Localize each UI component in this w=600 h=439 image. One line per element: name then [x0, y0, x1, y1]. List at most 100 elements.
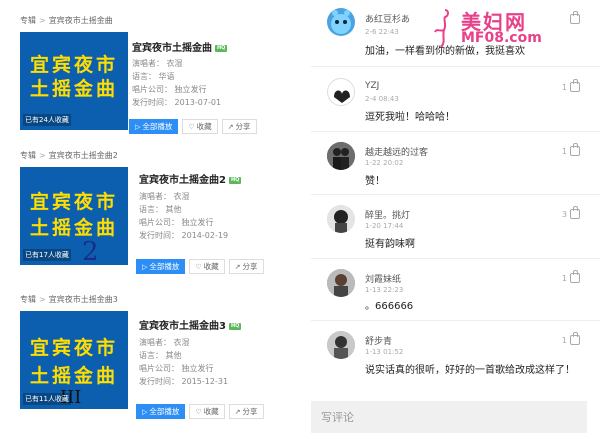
comment-time: 1-20 17:44 [365, 222, 404, 230]
comments-panel: 美妇网 MF08.com あ红豆杉あ 2-6 22:43 加油，一样看到你的新做… [311, 0, 600, 439]
avatar[interactable] [327, 78, 355, 106]
share-button[interactable]: ↗ 分享 [228, 404, 264, 419]
favorite-label: 收藏 [203, 262, 219, 271]
comment-user[interactable]: 醉里。挑灯 [365, 208, 410, 221]
play-all-button[interactable]: ▷ 全部播放 [129, 119, 179, 134]
avatar[interactable] [327, 331, 355, 359]
cover-fav-count: 已有11人收藏 [23, 393, 71, 405]
comment-time: 1-22 20:02 [365, 159, 404, 167]
album-language: 语言： 其他 [139, 205, 182, 214]
comment-user[interactable]: あ红豆杉あ [365, 12, 410, 25]
album-title[interactable]: 宜宾夜市土摇金曲2 HQ [139, 171, 242, 186]
handwritten-mark: 2 [82, 237, 99, 265]
comment-time: 1-13 22:23 [365, 286, 404, 294]
play-all-label: 全部播放 [149, 262, 180, 271]
like-count: 1 [561, 273, 567, 283]
comment-text: 说实话真的很听，好好的一首歌给改成这样了！ [365, 365, 575, 376]
favorite-button[interactable]: ♡ 收藏 [189, 404, 225, 419]
cover-title-line1: 宜宾夜市 [29, 191, 118, 213]
heart-icon: ♡ [188, 122, 195, 131]
album-company: 唱片公司： 独立发行 [132, 85, 207, 94]
avatar[interactable] [327, 142, 355, 170]
album-company: 唱片公司： 独立发行 [139, 364, 214, 373]
album-actions: ▷ 全部播放 ♡ 收藏 ↗ 分享 [129, 119, 257, 134]
breadcrumb-root[interactable]: 专辑 [20, 151, 36, 160]
like-button[interactable] [567, 11, 580, 24]
avatar[interactable] [327, 205, 355, 233]
thumb-up-icon [570, 206, 580, 219]
comment-user[interactable]: 越走越远的过客 [365, 145, 428, 158]
album-company: 唱片公司： 独立发行 [139, 218, 214, 227]
cover-title-line2: 土摇金曲 [29, 365, 118, 387]
comment-input[interactable]: 写评论 [311, 401, 587, 433]
share-icon: ↗ [234, 262, 241, 271]
album-language: 语言： 其他 [139, 351, 182, 360]
comment-time: 2-6 22:43 [365, 28, 399, 36]
album-language: 语言： 华语 [132, 72, 175, 81]
like-button[interactable]: 1 [561, 143, 580, 156]
share-icon: ↗ [234, 407, 241, 416]
breadcrumb-separator: > [39, 16, 46, 25]
like-count: 1 [561, 146, 567, 156]
heart-icon: ♡ [195, 262, 202, 271]
play-all-button[interactable]: ▷ 全部播放 [136, 404, 186, 419]
like-button[interactable]: 3 [561, 206, 580, 219]
album-meta: 演唱者： 衣湿 语言： 华语 唱片公司： 独立发行 发行时间： 2013-07-… [132, 57, 221, 109]
avatar[interactable] [327, 8, 355, 36]
album-title-text: 宜宾夜市土摇金曲3 [139, 321, 226, 332]
share-button[interactable]: ↗ 分享 [221, 119, 257, 134]
thumb-up-icon [570, 11, 580, 24]
comment-item: あ红豆杉あ 2-6 22:43 加油，一样看到你的新做，我挺喜欢 [311, 0, 600, 67]
comment-item: YZJ 2-4 08:43 1 逗死我啦！哈哈哈！ [311, 72, 600, 132]
comment-text: 赞！ [365, 176, 385, 187]
comment-user[interactable]: YZJ [365, 81, 379, 91]
like-button[interactable]: 1 [562, 332, 580, 345]
comment-user[interactable]: 舒步青 [365, 334, 392, 347]
favorite-button[interactable]: ♡ 收藏 [189, 259, 225, 274]
play-all-label: 全部播放 [142, 122, 173, 131]
album-meta: 演唱者： 衣湿 语言： 其他 唱片公司： 独立发行 发行时间： 2014-02-… [139, 190, 228, 242]
breadcrumb-album[interactable]: 宜宾夜市土摇金曲3 [49, 295, 118, 304]
breadcrumb-separator: > [39, 295, 46, 304]
comment-text: 挺有韵味啊 [365, 239, 415, 250]
like-button[interactable]: 1 [561, 270, 580, 283]
album-title[interactable]: 宜宾夜市土摇金曲3 HQ [139, 317, 242, 332]
hands-heart-avatar-icon [334, 90, 350, 103]
album-title[interactable]: 宜宾夜市土摇金曲 HQ [132, 39, 228, 54]
share-label: 分享 [242, 407, 258, 416]
couple-photo-avatar-icon [327, 142, 355, 170]
album-singer: 演唱者： 衣湿 [139, 192, 190, 201]
album-singer: 演唱者： 衣湿 [139, 338, 190, 347]
portrait-avatar-icon [327, 205, 355, 233]
thumb-up-icon [570, 332, 580, 345]
avatar[interactable] [327, 269, 355, 297]
cover-title-line1: 宜宾夜市 [29, 54, 118, 76]
favorite-label: 收藏 [196, 122, 212, 131]
breadcrumb-album[interactable]: 宜宾夜市土摇金曲2 [49, 151, 118, 160]
breadcrumb-separator: > [39, 151, 46, 160]
breadcrumb-root[interactable]: 专辑 [20, 295, 36, 304]
like-button[interactable]: 1 [561, 79, 580, 92]
girl-photo-avatar-icon [327, 269, 355, 297]
favorite-button[interactable]: ♡ 收藏 [182, 119, 218, 134]
comment-text: 加油，一样看到你的新做，我挺喜欢 [365, 46, 525, 57]
breadcrumb: 专辑 > 宜宾夜市土摇金曲3 [20, 294, 118, 305]
breadcrumb-root[interactable]: 专辑 [20, 16, 36, 25]
album-meta: 演唱者： 衣湿 语言： 其他 唱片公司： 独立发行 发行时间： 2015-12-… [139, 336, 228, 388]
like-count: 3 [561, 209, 567, 219]
album-cover[interactable]: 宜宾夜市 土摇金曲 已有24人收藏 [20, 32, 128, 130]
cover-title-line2: 土摇金曲 [29, 78, 118, 100]
comment-user[interactable]: 刘霞妹纸 [365, 272, 401, 285]
like-count: 1 [561, 82, 567, 92]
play-icon: ▷ [142, 262, 148, 271]
share-icon: ↗ [227, 122, 234, 131]
album-cover[interactable]: 宜宾夜市 土摇金曲 2 已有17人收藏 [20, 167, 128, 265]
play-all-button[interactable]: ▷ 全部播放 [136, 259, 186, 274]
share-button[interactable]: ↗ 分享 [228, 259, 264, 274]
play-icon: ▷ [135, 122, 141, 131]
cover-fav-count: 已有24人收藏 [23, 114, 71, 126]
breadcrumb-album[interactable]: 宜宾夜市土摇金曲 [49, 16, 113, 25]
album-date: 发行时间： 2014-02-19 [139, 231, 229, 240]
comment-text: 逗死我啦！哈哈哈！ [365, 112, 455, 123]
album-cover[interactable]: 宜宾夜市 土摇金曲 III 已有11人收藏 [20, 311, 128, 409]
